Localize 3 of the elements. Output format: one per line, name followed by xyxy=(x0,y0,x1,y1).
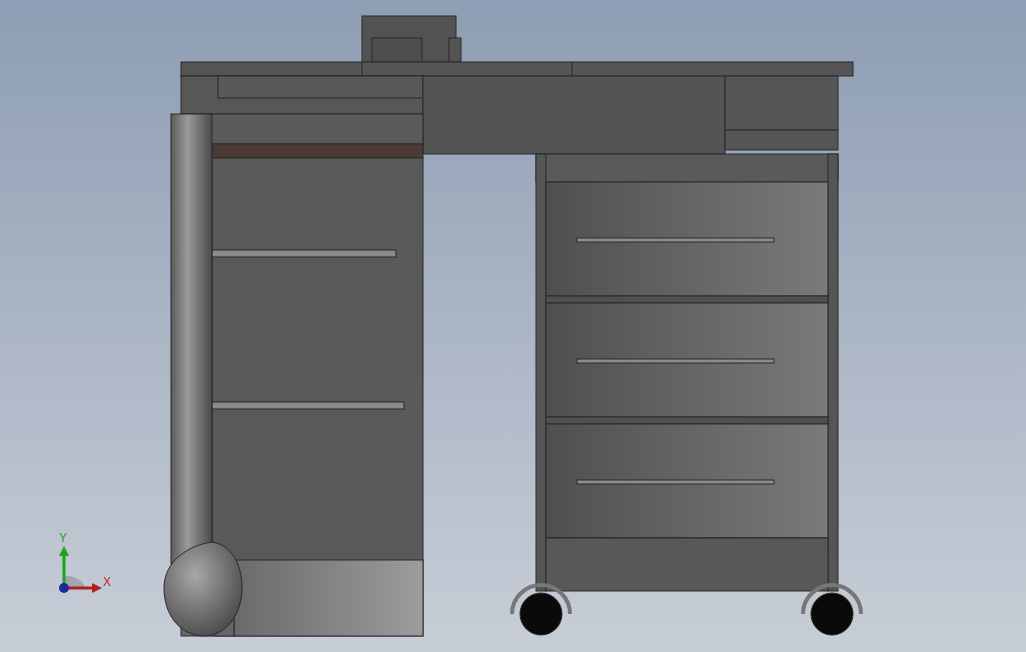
axis-label: X xyxy=(103,576,111,588)
axis-triad-icon xyxy=(56,546,102,596)
axis-label: Y xyxy=(59,532,67,544)
